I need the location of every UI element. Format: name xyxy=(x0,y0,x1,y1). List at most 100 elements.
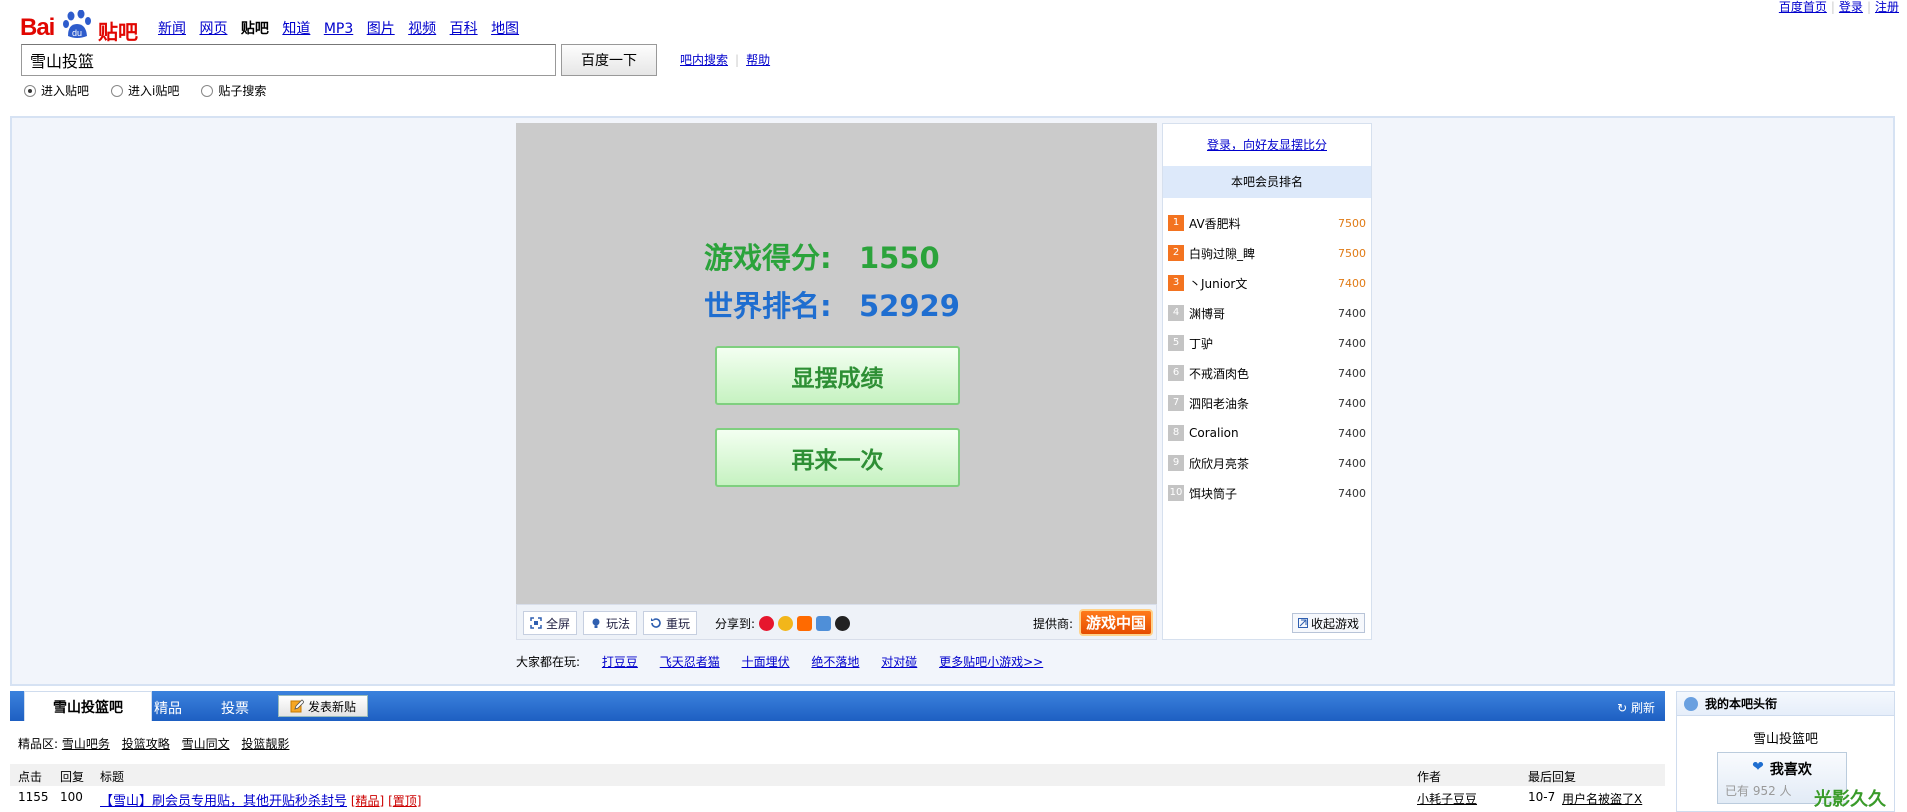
ranking-row[interactable]: 9 欣欣月亮茶 7400 xyxy=(1168,454,1366,472)
weibo-icon[interactable] xyxy=(759,616,775,631)
nav-video[interactable]: 视频 xyxy=(408,21,436,37)
thread-last-user-link[interactable]: 用户名被盗了X xyxy=(1562,790,1642,807)
game-score: 游戏得分: 1550 xyxy=(704,241,940,275)
thread-last-time: 10-7 xyxy=(1528,790,1556,804)
game-link-match[interactable]: 对对碰 xyxy=(881,655,917,669)
nav-map[interactable]: 地图 xyxy=(491,21,519,37)
rank-score: 7400 xyxy=(1338,276,1366,290)
ranking-row[interactable]: 3 丶Junior文 7400 xyxy=(1168,274,1366,292)
rank-user-name[interactable]: AV香肥料 xyxy=(1189,215,1332,232)
game-canvas[interactable]: 游戏得分: 1550 世界排名: 52929 显摆成绩 再来一次 xyxy=(516,123,1157,604)
game-link-dadoudou[interactable]: 打豆豆 xyxy=(602,655,638,669)
douban-icon[interactable] xyxy=(816,616,832,631)
good-link-guide[interactable]: 投篮攻略 xyxy=(122,737,170,751)
help-link[interactable]: 帮助 xyxy=(746,53,770,67)
rank-number: 4 xyxy=(1168,305,1184,321)
tag-pinned[interactable]: 置顶 xyxy=(393,794,417,808)
in-bar-search-link[interactable]: 吧内搜索 xyxy=(680,53,728,67)
tab-vote[interactable]: 投票 xyxy=(221,698,249,718)
ranking-row[interactable]: 7 泗阳老油条 7400 xyxy=(1168,394,1366,412)
ranking-row[interactable]: 8 Coralion 7400 xyxy=(1168,424,1366,442)
rank-score: 7400 xyxy=(1338,396,1366,410)
game-link-ninja-cat[interactable]: 飞天忍者猫 xyxy=(660,655,720,669)
show-off-score-button[interactable]: 显摆成绩 xyxy=(715,346,960,405)
search-input[interactable] xyxy=(21,44,556,76)
svg-text:du: du xyxy=(72,28,82,38)
nav-mp3[interactable]: MP3 xyxy=(324,21,353,37)
baidu-home-link[interactable]: 百度首页 xyxy=(1779,0,1827,14)
more-games-link[interactable]: 更多贴吧小游戏>> xyxy=(939,655,1043,669)
nav-tieba[interactable]: 贴吧 xyxy=(241,21,269,37)
nav-news[interactable]: 新闻 xyxy=(158,21,186,37)
thread-title-link[interactable]: 【雪山】刷会员专用贴，其他开贴秒杀封号 xyxy=(100,794,347,809)
kaixin-icon[interactable] xyxy=(797,616,813,631)
ranking-row[interactable]: 10 饵块筒子 7400 xyxy=(1168,484,1366,502)
radio-checked-icon[interactable] xyxy=(24,84,36,97)
tab-bar-home[interactable]: 雪山投篮吧 xyxy=(24,691,152,721)
rank-number: 6 xyxy=(1168,365,1184,381)
rank-number: 8 xyxy=(1168,425,1184,441)
howto-button[interactable]: 玩法 xyxy=(583,611,638,635)
rank-user-name[interactable]: 白驹过隙_睥 xyxy=(1189,245,1332,262)
game-link-ambush[interactable]: 十面埋伏 xyxy=(742,655,790,669)
thread-author-link[interactable]: 小耗子豆豆 xyxy=(1417,790,1477,807)
radio-enter-ibar[interactable]: 进入i贴吧 xyxy=(111,82,179,99)
fold-game-button[interactable]: 收起游戏 xyxy=(1291,613,1365,633)
tab-featured[interactable]: 精品 xyxy=(154,698,182,718)
new-post-button[interactable]: 发表新贴 xyxy=(278,695,368,717)
ranking-row[interactable]: 1 AV香肥料 7500 xyxy=(1168,214,1366,232)
replay-button[interactable]: 重玩 xyxy=(643,611,698,635)
paw-icon: du xyxy=(63,10,91,38)
renren-icon[interactable] xyxy=(778,616,794,631)
nav-baike[interactable]: 百科 xyxy=(450,21,478,37)
rank-user-name[interactable]: 饵块筒子 xyxy=(1189,485,1332,502)
ranking-row[interactable]: 6 不戒酒肉色 7400 xyxy=(1168,364,1366,382)
nav-web[interactable]: 网页 xyxy=(199,21,227,37)
login-to-share-link[interactable]: 登录，向好友显摆比分 xyxy=(1207,138,1327,152)
login-link[interactable]: 登录 xyxy=(1839,0,1863,14)
rank-user-name[interactable]: 丶Junior文 xyxy=(1189,275,1332,292)
ranking-row[interactable]: 5 丁驴 7400 xyxy=(1168,334,1366,352)
ranking-row[interactable]: 2 白驹过隙_睥 7500 xyxy=(1168,244,1366,262)
refresh-link[interactable]: ↻ 刷新 xyxy=(1617,699,1655,716)
nav-zhidao[interactable]: 知道 xyxy=(282,21,310,37)
watermark-text: 光影久久 xyxy=(1814,789,1886,810)
game-link-never-fall[interactable]: 绝不落地 xyxy=(811,655,859,669)
col-last-reply: 最后回复 xyxy=(1528,770,1577,784)
nav-images[interactable]: 图片 xyxy=(367,21,395,37)
rank-user-name[interactable]: 欣欣月亮茶 xyxy=(1189,455,1332,472)
radio-post-search[interactable]: 贴子搜索 xyxy=(201,82,266,99)
good-link-fanfic[interactable]: 雪山同文 xyxy=(182,737,230,751)
fullscreen-button[interactable]: 全屏 xyxy=(523,611,578,635)
radio-unchecked-icon[interactable] xyxy=(201,84,214,97)
radio-unchecked-icon[interactable] xyxy=(111,84,124,97)
radio-enter-bar[interactable]: 进入贴吧 xyxy=(24,82,89,99)
thread-replies: 100 xyxy=(60,790,83,804)
rank-user-name[interactable]: 渊博哥 xyxy=(1189,305,1332,322)
popular-games-row: 大家都在玩: 打豆豆 飞天忍者猫 十面埋伏 绝不落地 对对碰 更多贴吧小游戏>> xyxy=(516,655,1044,669)
rank-user-name[interactable]: 丁驴 xyxy=(1189,335,1332,352)
good-link-photos[interactable]: 投篮靓影 xyxy=(241,737,289,751)
col-clicks: 点击 xyxy=(18,770,43,784)
ranking-row[interactable]: 4 渊博哥 7400 xyxy=(1168,304,1366,322)
tag-featured[interactable]: 精品 xyxy=(356,794,380,808)
provider-logo[interactable]: 游戏中国 xyxy=(1079,609,1153,636)
good-link-admin[interactable]: 雪山吧务 xyxy=(62,737,110,751)
rank-user-name[interactable]: 不戒酒肉色 xyxy=(1189,365,1332,382)
play-again-button[interactable]: 再来一次 xyxy=(715,428,960,487)
rank-score: 7400 xyxy=(1338,306,1366,320)
rank-number: 7 xyxy=(1168,395,1184,411)
baidu-tieba-logo[interactable]: Bai du 贴吧 xyxy=(20,6,140,44)
rank-user-name[interactable]: 泗阳老油条 xyxy=(1189,395,1332,412)
ranking-header: 本吧会员排名 xyxy=(1163,166,1371,198)
qq-icon[interactable] xyxy=(835,616,851,631)
register-link[interactable]: 注册 xyxy=(1875,0,1899,14)
search-button[interactable]: 百度一下 xyxy=(561,44,657,76)
world-rank: 世界排名: 52929 xyxy=(704,289,960,323)
game-toolbar: 全屏 玩法 重玩 分享到: 提供商: 游戏中国 xyxy=(516,604,1157,640)
col-title: 标题 xyxy=(100,770,125,784)
rank-score: 7400 xyxy=(1338,456,1366,470)
rank-number: 1 xyxy=(1168,215,1184,231)
rank-score: 7500 xyxy=(1338,216,1366,230)
rank-user-name[interactable]: Coralion xyxy=(1189,426,1332,440)
